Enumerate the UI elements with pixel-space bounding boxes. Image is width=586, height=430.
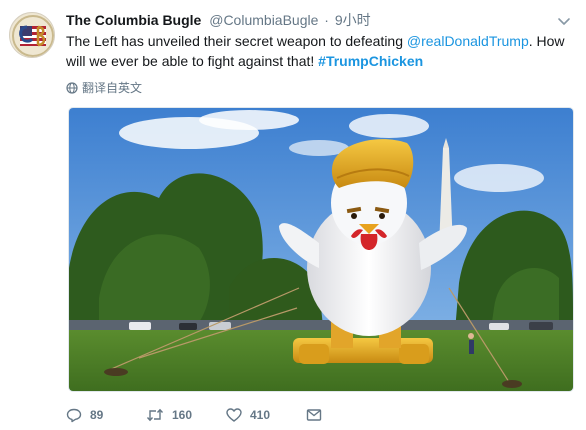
tweet-text-part: The Left has unveiled their secret weapo… [66, 33, 407, 49]
tweet-photo[interactable] [68, 107, 574, 392]
tweet-header: The Columbia Bugle @ColumbiaBugle · 9小时 [66, 11, 371, 29]
display-name[interactable]: The Columbia Bugle [66, 12, 201, 28]
reply-count: 89 [90, 408, 104, 422]
reply-icon [66, 408, 82, 423]
translate-label: 翻译自英文 [82, 81, 143, 95]
reply-button[interactable]: 89 [66, 405, 146, 425]
mention-link[interactable]: @realDonaldTrump [407, 33, 529, 49]
retweet-count: 160 [172, 408, 193, 422]
tweet-actions: 89 160 410 [66, 405, 326, 425]
envelope-icon [306, 409, 322, 421]
hashtag-link[interactable]: #TrumpChicken [318, 53, 423, 69]
direct-message-button[interactable] [306, 405, 326, 425]
retweet-icon [146, 408, 164, 422]
heart-icon [226, 408, 242, 422]
translate-link[interactable]: 翻译自英文 [66, 80, 142, 96]
more-options-button[interactable] [556, 13, 572, 29]
avatar[interactable] [9, 12, 55, 58]
avatar-logo-icon [10, 13, 54, 57]
timestamp[interactable]: 9小时 [335, 12, 371, 28]
chicken-photo [69, 108, 573, 391]
separator-dot: · [324, 12, 329, 28]
like-count: 410 [250, 408, 271, 422]
globe-icon [66, 82, 78, 94]
retweet-button[interactable]: 160 [146, 405, 226, 425]
tweet-card: The Columbia Bugle @ColumbiaBugle · 9小时 … [0, 0, 586, 430]
tweet-text: The Left has unveiled their secret weapo… [66, 31, 571, 71]
caret-down-icon [558, 18, 570, 25]
like-button[interactable]: 410 [226, 405, 306, 425]
screen-name[interactable]: @ColumbiaBugle [209, 12, 318, 28]
